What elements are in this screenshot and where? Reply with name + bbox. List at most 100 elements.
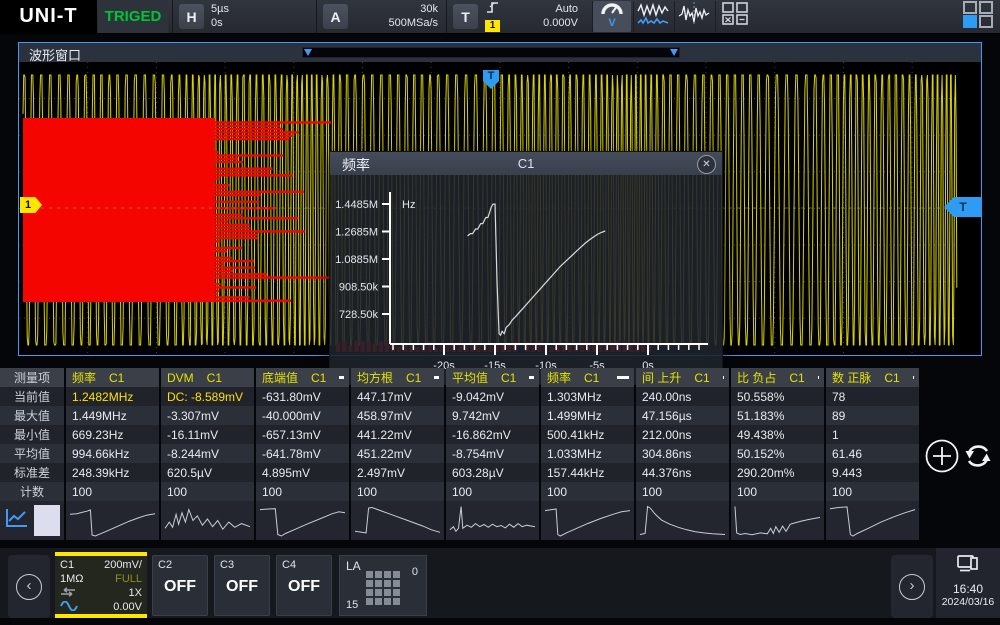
fft-icon [637,1,669,32]
close-icon[interactable]: ✕ [697,155,716,174]
measurement-table: 测量项当前值最大值最小值平均值标准差计数频率C11.2482MHz1.449MH… [0,368,1000,540]
meas-value-cell: 100 [731,482,824,501]
meas-sparkline [66,501,159,540]
meas-col-header[interactable]: 数 正脉C1 [826,368,919,387]
meas-value-cell: 9.443 [826,463,919,482]
svg-text:V: V [608,17,616,28]
meas-value-cell: 603.28µV [446,463,539,482]
horizontal-scrollbar[interactable] [302,47,680,58]
system-clock[interactable]: 16:40 2024/03/16 [936,548,1000,618]
sample-rate-value: 500MSa/s [355,17,438,31]
scrollbar-left-marker-icon [304,49,312,56]
meas-value-cell: 620.5µV [161,463,254,482]
chevron-left-icon: ‹ [16,574,42,600]
meas-value-cell: 1 [826,425,919,444]
meas-value-cell: 100 [636,482,729,501]
meas-col-header[interactable]: 频率C1 [66,368,159,387]
meas-value-cell: 50.152% [731,444,824,463]
channel2-name: C2 [158,559,172,571]
acquire-button[interactable]: A [323,4,348,29]
meas-value-cell: 9.742mV [446,406,539,425]
meas-value-cell: 1.499MHz [541,406,634,425]
row-label: 计数 [0,482,64,501]
meas-sparkline [351,501,444,540]
display-layout-button[interactable] [960,2,996,31]
meas-value-cell: 100 [351,482,444,501]
meas-value-cell: -8.754mV [446,444,539,463]
layout-quad-icon [962,0,994,34]
add-measurement-button[interactable] [923,437,961,475]
meas-value-cell: 290.20m% [731,463,824,482]
fft-tool-button[interactable] [633,1,672,32]
waveform-window: 波形窗口 T 1 T 频率 C1 ✕ 1.4485M1.2685M1.0885M… [18,42,982,356]
dvm-tool-button[interactable]: V [592,1,631,32]
coupling-icon [60,587,76,600]
trigger-settings-block[interactable]: T 1 Auto 0.000V [446,0,584,33]
memory-depth-value: 30k [355,3,438,17]
horizontal-settings-block[interactable]: H 5µs 0s [172,0,314,33]
sparkline-toggle-cell[interactable] [0,501,64,540]
row-label: 最小值 [0,425,64,444]
waveform-analysis-button[interactable] [674,1,713,32]
meas-value-cell: 248.39kHz [66,463,159,482]
meas-value-cell: 78 [826,387,919,406]
channel1-name: C1 [60,559,74,571]
horizontal-button[interactable]: H [179,4,204,29]
meas-value-cell: 61.46 [826,444,919,463]
meas-sparkline [636,501,729,540]
meas-value-cell: 100 [541,482,634,501]
meas-value-cell: 1.2482MHz [66,387,159,406]
dvm-gauge-icon: V [599,0,625,33]
chevron-right-icon: › [899,574,925,600]
meas-value-cell: -657.13mV [256,425,349,444]
meas-col-header[interactable]: 均方根C1 [351,368,444,387]
meas-value-cell: -40.000mV [256,406,349,425]
la-channels-grid-icon [366,571,400,605]
channel3-card[interactable]: C3 OFF [214,555,270,616]
row-label: 平均值 [0,444,64,463]
meas-col-header[interactable]: 频率C1 [541,368,634,387]
popup-channel-label: C1 [330,156,722,171]
channel2-card[interactable]: C2 OFF [152,555,208,616]
refresh-statistics-button[interactable] [962,441,994,471]
meas-col-header[interactable]: 比 负占C1 [731,368,824,387]
panel-expand-right-button[interactable]: › [891,555,933,618]
meas-col-header[interactable]: 底端值C1 [256,368,349,387]
meas-col-header[interactable]: 平均值C1 [446,368,539,387]
svg-text:908.50k: 908.50k [339,282,379,294]
meas-col-header[interactable]: 间 上升C1 [636,368,729,387]
meas-value-cell: 49.438% [731,425,824,444]
trigger-mode-value: Auto [507,3,578,17]
meas-value-cell: -16.11mV [161,425,254,444]
sparkline-mode-button[interactable] [34,505,60,536]
panel-collapse-left-button[interactable]: ‹ [8,555,50,618]
meas-value-cell: -9.042mV [446,387,539,406]
popup-titlebar[interactable]: 频率 C1 ✕ [330,152,722,175]
row-label: 标准差 [0,463,64,482]
meas-sparkline [256,501,349,540]
meas-value-cell: 50.558% [731,387,824,406]
acquire-values: 30k 500MSa/s [355,3,438,30]
trigger-button[interactable]: T [453,4,478,29]
svg-text:1.0885M: 1.0885M [335,254,378,266]
meas-value-cell: 1.033MHz [541,444,634,463]
meas-value-cell: 51.183% [731,406,824,425]
meas-value-cell: DC: -8.589mV [161,387,254,406]
logic-analyzer-card[interactable]: LA 0 15 [339,555,427,616]
sparkline-indicator-dash [818,376,819,379]
channel4-card[interactable]: C4 OFF [276,555,332,616]
meas-value-cell: 447.17mV [351,387,444,406]
meas-value-cell: 44.376ns [636,463,729,482]
trigger-slope-icon [486,1,500,19]
date-value: 2024/03/16 [936,596,1000,608]
trigger-status-label: TRIGED [98,0,168,33]
meas-value-cell: 4.895mV [256,463,349,482]
row-label: 当前值 [0,387,64,406]
acquire-settings-block[interactable]: A 30k 500MSa/s [316,0,444,33]
anomaly-wave-icon [678,0,710,33]
windows-tool-button[interactable] [715,1,754,32]
channel1-card[interactable]: C1 200mV/ 1MΩ FULL 1X 0 [55,552,147,618]
meas-value-cell: 2.497mV [351,463,444,482]
horizontal-offset-value: 0s [211,17,229,31]
meas-col-header[interactable]: DVMC1 [161,368,254,387]
